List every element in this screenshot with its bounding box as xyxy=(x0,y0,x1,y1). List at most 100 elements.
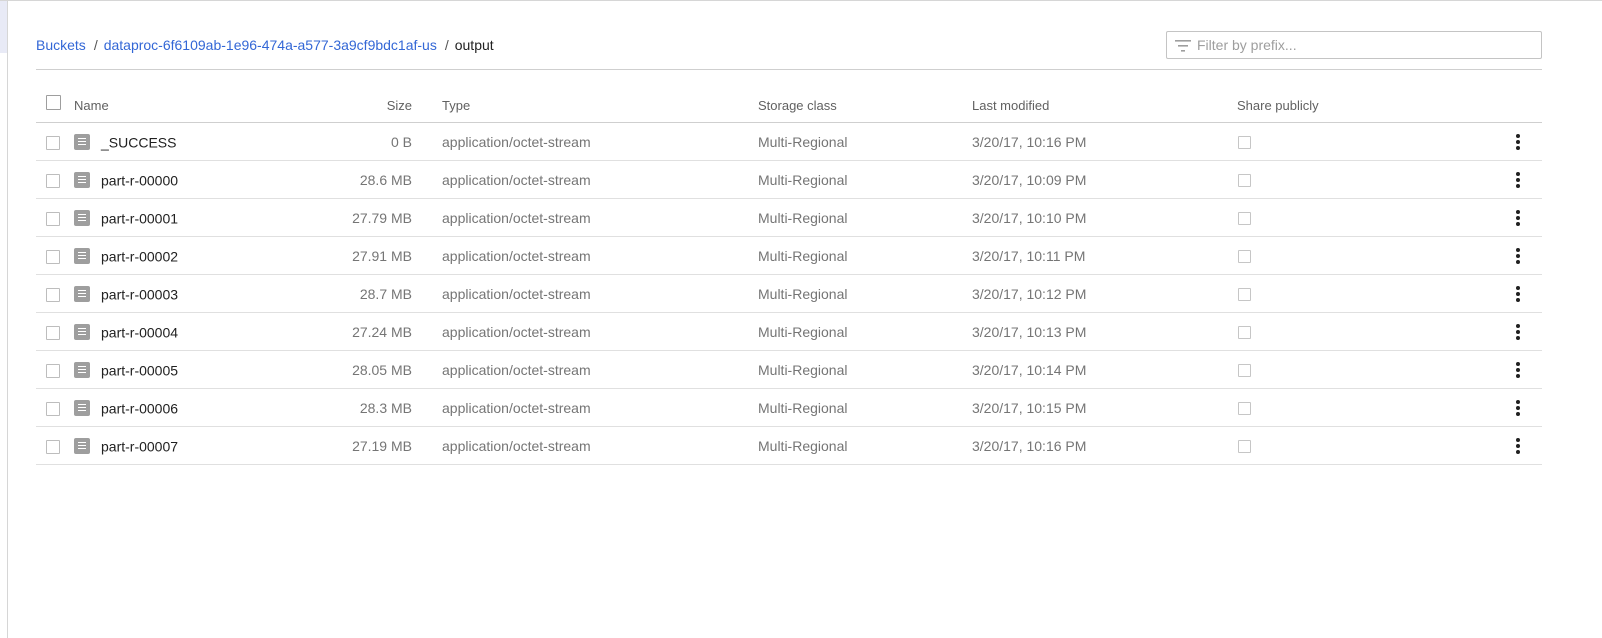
filter-box[interactable] xyxy=(1166,31,1542,59)
row-select-cell xyxy=(36,274,74,313)
share-publicly-checkbox[interactable] xyxy=(1238,402,1251,416)
row-checkbox[interactable] xyxy=(46,325,60,340)
table-row[interactable]: part-r-00007 27.19 MB application/octet-st… xyxy=(36,426,1542,465)
actions-cell xyxy=(1472,160,1542,199)
table-row[interactable]: part-r-00006 28.3 MB application/octet-str… xyxy=(36,388,1542,427)
row-checkbox[interactable] xyxy=(46,401,60,416)
share-publicly-cell xyxy=(1237,312,1472,351)
column-header-storage-class[interactable]: Storage class xyxy=(758,89,972,123)
name-cell: part-r-00003 xyxy=(74,274,324,313)
column-header-size[interactable]: Size xyxy=(324,89,424,123)
actions-cell xyxy=(1472,388,1542,427)
share-publicly-checkbox[interactable] xyxy=(1238,174,1251,188)
column-header-type[interactable]: Type xyxy=(424,89,758,123)
more-vert-icon[interactable] xyxy=(1508,170,1528,190)
breadcrumb-buckets-link[interactable]: Buckets xyxy=(36,37,86,53)
storage-class-cell: Multi-Regional xyxy=(758,198,972,237)
share-publicly-checkbox[interactable] xyxy=(1238,364,1251,378)
name-cell: part-r-00001 xyxy=(74,198,324,237)
row-checkbox[interactable] xyxy=(46,287,60,302)
object-name-link[interactable]: part-r-00002 xyxy=(101,248,178,264)
select-all-cell xyxy=(36,89,74,123)
object-name-link[interactable]: part-r-00004 xyxy=(101,324,178,340)
file-icon xyxy=(74,286,90,303)
more-vert-icon[interactable] xyxy=(1508,322,1528,342)
breadcrumb-bucket-link[interactable]: dataproc-6f6109ab-1e96-474a-a577-3a9cf9b… xyxy=(104,37,437,53)
object-name-link[interactable]: _SUCCESS xyxy=(101,134,176,150)
column-header-actions xyxy=(1472,89,1542,123)
row-select-cell xyxy=(36,160,74,199)
table-row[interactable]: part-r-00002 27.91 MB application/octet-st… xyxy=(36,236,1542,275)
table-row[interactable]: part-r-00003 28.7 MB application/octet-str… xyxy=(36,274,1542,313)
share-publicly-checkbox[interactable] xyxy=(1238,440,1251,454)
size-cell: 27.19 MB xyxy=(324,426,424,465)
left-nav-rail xyxy=(0,1,8,638)
share-publicly-checkbox[interactable] xyxy=(1238,212,1251,226)
filter-input[interactable] xyxy=(1197,35,1527,55)
share-publicly-cell xyxy=(1237,122,1472,161)
object-name-link[interactable]: part-r-00007 xyxy=(101,438,178,454)
share-publicly-checkbox[interactable] xyxy=(1238,250,1251,264)
more-vert-icon[interactable] xyxy=(1508,284,1528,304)
select-all-checkbox[interactable] xyxy=(46,95,61,111)
storage-class-cell: Multi-Regional xyxy=(758,426,972,465)
row-select-cell xyxy=(36,236,74,275)
type-cell: application/octet-stream xyxy=(424,122,758,161)
row-select-cell xyxy=(36,350,74,389)
objects-table-body: _SUCCESS 0 Bapplication/octet-stream Multi… xyxy=(36,122,1542,465)
row-checkbox[interactable] xyxy=(46,439,60,454)
more-vert-icon[interactable] xyxy=(1508,398,1528,418)
file-icon xyxy=(74,248,90,265)
table-row[interactable]: part-r-00005 28.05 MB application/octet-st… xyxy=(36,350,1542,389)
header-divider xyxy=(36,69,1542,70)
object-name-link[interactable]: part-r-00006 xyxy=(101,400,178,416)
filter-icon xyxy=(1175,40,1191,52)
table-row[interactable]: part-r-00000 28.6 MB application/octet-str… xyxy=(36,160,1542,199)
object-name-link[interactable]: part-r-00001 xyxy=(101,210,178,226)
objects-table: Name Size Type Storage class Last modifi… xyxy=(36,89,1542,465)
file-icon xyxy=(74,324,90,341)
share-publicly-cell xyxy=(1237,236,1472,275)
storage-class-cell: Multi-Regional xyxy=(758,236,972,275)
actions-cell xyxy=(1472,274,1542,313)
last-modified-cell: 3/20/17, 10:11 PM xyxy=(972,236,1237,275)
object-name-link[interactable]: part-r-00005 xyxy=(101,362,178,378)
table-row[interactable]: _SUCCESS 0 Bapplication/octet-stream Multi… xyxy=(36,122,1542,161)
column-header-name[interactable]: Name xyxy=(74,89,324,123)
row-checkbox[interactable] xyxy=(46,249,60,264)
share-publicly-checkbox[interactable] xyxy=(1238,288,1251,302)
breadcrumb: Buckets / dataproc-6f6109ab-1e96-474a-a577… xyxy=(36,37,494,53)
actions-cell xyxy=(1472,312,1542,351)
column-header-last-modified[interactable]: Last modified xyxy=(972,89,1237,123)
actions-cell xyxy=(1472,350,1542,389)
breadcrumb-separator: / xyxy=(444,37,449,53)
more-vert-icon[interactable] xyxy=(1508,246,1528,266)
object-name-link[interactable]: part-r-00003 xyxy=(101,286,178,302)
breadcrumb-current-folder: output xyxy=(454,37,494,53)
more-vert-icon[interactable] xyxy=(1508,436,1528,456)
type-cell: application/octet-stream xyxy=(424,198,758,237)
storage-class-cell: Multi-Regional xyxy=(758,274,972,313)
last-modified-cell: 3/20/17, 10:09 PM xyxy=(972,160,1237,199)
file-icon xyxy=(74,362,90,379)
row-checkbox[interactable] xyxy=(46,173,60,188)
share-publicly-cell xyxy=(1237,426,1472,465)
actions-cell xyxy=(1472,198,1542,237)
type-cell: application/octet-stream xyxy=(424,388,758,427)
more-vert-icon[interactable] xyxy=(1508,360,1528,380)
table-row[interactable]: part-r-00004 27.24 MB application/octet-st… xyxy=(36,312,1542,351)
row-checkbox[interactable] xyxy=(46,363,60,378)
more-vert-icon[interactable] xyxy=(1508,132,1528,152)
last-modified-cell: 3/20/17, 10:13 PM xyxy=(972,312,1237,351)
name-cell: part-r-00005 xyxy=(74,350,324,389)
row-checkbox[interactable] xyxy=(46,211,60,226)
type-cell: application/octet-stream xyxy=(424,274,758,313)
share-publicly-checkbox[interactable] xyxy=(1238,136,1251,150)
row-checkbox[interactable] xyxy=(46,135,60,150)
name-cell: part-r-00000 xyxy=(74,160,324,199)
more-vert-icon[interactable] xyxy=(1508,208,1528,228)
object-name-link[interactable]: part-r-00000 xyxy=(101,172,178,188)
table-row[interactable]: part-r-00001 27.79 MB application/octet-st… xyxy=(36,198,1542,237)
share-publicly-checkbox[interactable] xyxy=(1238,326,1251,340)
size-cell: 28.05 MB xyxy=(324,350,424,389)
